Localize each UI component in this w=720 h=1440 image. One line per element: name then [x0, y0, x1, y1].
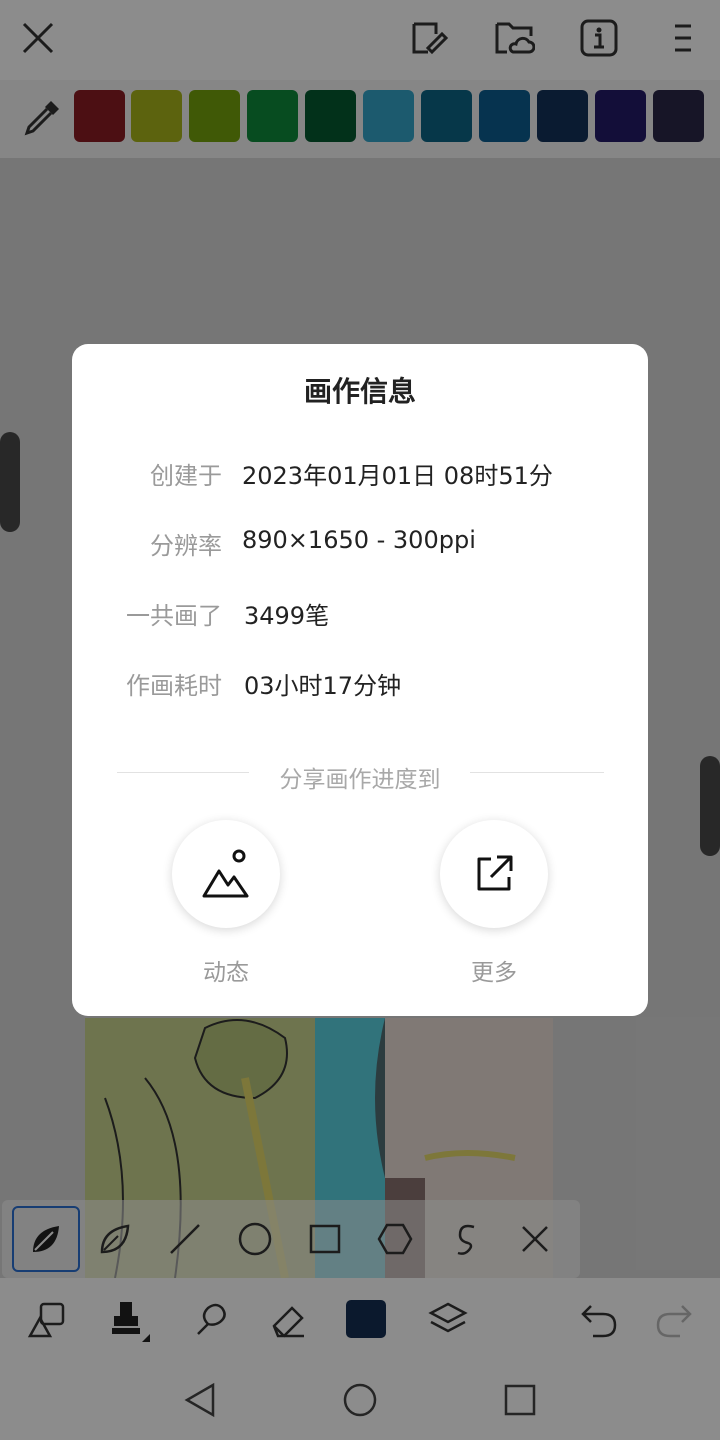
- resolution-label: 分辨率: [150, 532, 222, 560]
- dialog-title: 画作信息: [303, 375, 416, 408]
- share-section-title: 分享画作进度到: [279, 767, 441, 793]
- created-label: 创建于: [150, 462, 222, 490]
- share-moments-label: 动态: [203, 960, 249, 986]
- mountain-image-icon: [202, 849, 249, 898]
- strokes-label: 一共画了: [126, 602, 222, 630]
- time-spent-label: 作画耗时: [126, 672, 222, 700]
- strokes-value: 3499笔: [244, 602, 330, 630]
- time-spent-value: 03小时17分钟: [244, 672, 402, 700]
- share-moments-button[interactable]: [172, 820, 280, 928]
- share-more-label: 更多: [471, 960, 517, 986]
- resolution-value: 890×1650 - 300ppi: [242, 526, 476, 554]
- created-value: 2023年01月01日 08时51分: [242, 462, 553, 490]
- external-share-icon: [477, 855, 513, 891]
- share-more-button[interactable]: [440, 820, 548, 928]
